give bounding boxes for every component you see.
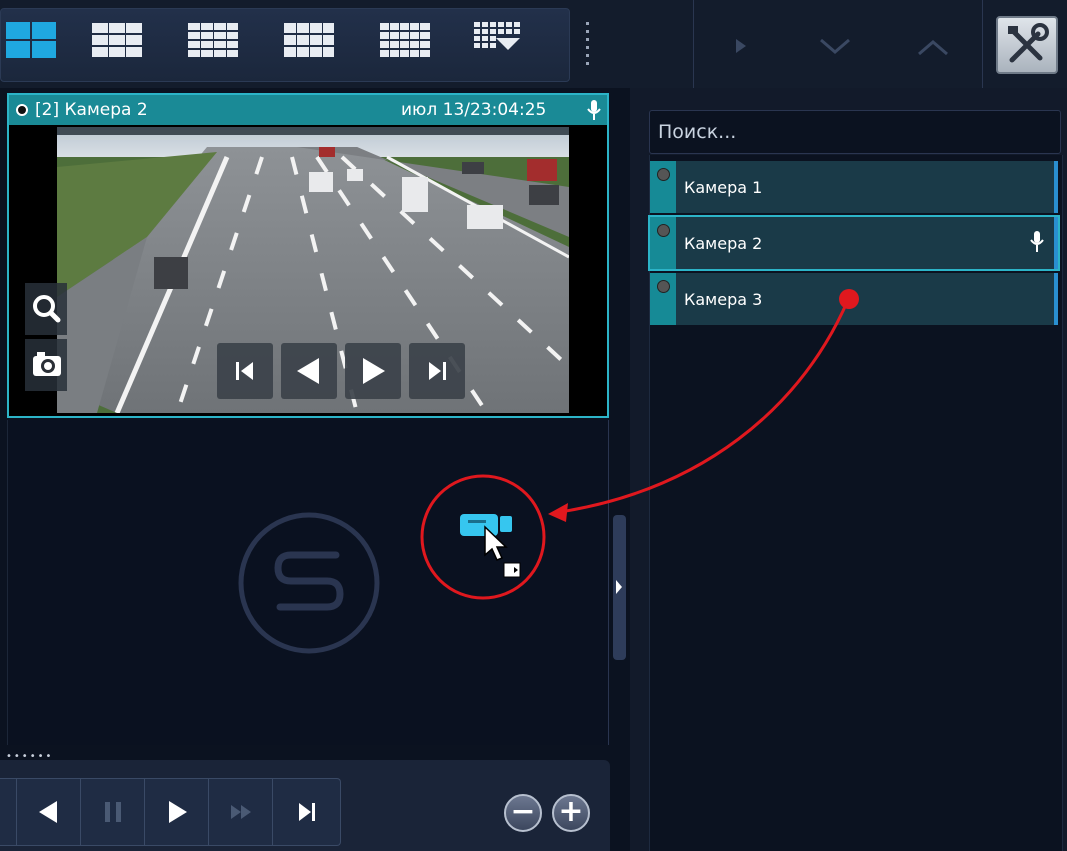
play-back-icon: [39, 801, 57, 823]
play-right-icon[interactable]: [722, 26, 762, 66]
camera-status-tab: [650, 161, 676, 213]
zoom-out-button[interactable]: −: [504, 794, 542, 832]
tools-icon: [1008, 23, 1049, 63]
pause-button[interactable]: [81, 779, 145, 845]
settings-button[interactable]: [996, 16, 1058, 74]
fast-forward-icon: [231, 805, 251, 819]
skip-start-button[interactable]: [217, 343, 273, 399]
play-back-icon: [297, 358, 319, 384]
status-led-icon: [657, 280, 670, 293]
grid-6-icon: [92, 23, 142, 57]
camera-list-item[interactable]: Камера 3: [650, 273, 1058, 325]
camera-list-item[interactable]: Камера 2: [648, 215, 1060, 271]
snapshot-button[interactable]: [25, 339, 67, 391]
status-led-icon: [657, 224, 670, 237]
grid-2-icon: [6, 22, 56, 58]
camera-timestamp: июл 13/23:04:25: [401, 100, 547, 120]
panel-splitter[interactable]: [613, 515, 626, 660]
camera-status-tab: [650, 217, 676, 269]
bar-edge: [0, 779, 17, 845]
grid-12b-icon: [284, 23, 334, 57]
top-toolbar: [0, 0, 1067, 88]
snapshot-icon: [33, 352, 61, 376]
play-forward-button[interactable]: [145, 779, 209, 845]
s-logo-icon: [238, 512, 380, 654]
layout-1x2-button[interactable]: [6, 20, 56, 60]
chevron-down-icon[interactable]: [815, 26, 855, 66]
record-indicator-icon: [16, 104, 28, 116]
collapse-arrow-icon: [616, 580, 622, 594]
play-forward-button[interactable]: [345, 343, 401, 399]
pause-icon: [105, 802, 121, 822]
microphone-icon: [587, 100, 601, 120]
skip-end-icon: [299, 803, 315, 821]
layout-3x4-button[interactable]: [188, 20, 238, 60]
zoom-button[interactable]: [25, 283, 67, 335]
empty-camera-slot[interactable]: [7, 420, 609, 745]
skip-start-icon: [236, 362, 253, 380]
camera-tile-header: [2] Камера 2 июл 13/23:04:25: [9, 95, 607, 125]
camera-tile-title: [2] Камера 2: [35, 100, 148, 120]
status-led-icon: [657, 168, 670, 181]
layout-4x4-button[interactable]: [380, 20, 430, 60]
skip-end-icon: [429, 362, 446, 380]
play-back-button[interactable]: [17, 779, 81, 845]
camera-status-tab: [650, 273, 676, 325]
more-vertical-icon[interactable]: [585, 22, 591, 66]
camera-list-item[interactable]: Камера 1: [650, 161, 1058, 213]
microphone-icon: [1030, 231, 1044, 252]
grid-12-icon: [188, 23, 238, 57]
zoom-in-button[interactable]: +: [552, 794, 590, 832]
layout-2x3-button[interactable]: [92, 20, 142, 60]
dropdown-grid-icon: [474, 22, 520, 50]
toolbar-divider: [693, 0, 694, 88]
skip-end-button[interactable]: [273, 779, 340, 845]
search-input[interactable]: Поиск...: [649, 110, 1061, 154]
skip-end-button[interactable]: [409, 343, 465, 399]
play-back-button[interactable]: [281, 343, 337, 399]
play-forward-icon: [169, 801, 187, 823]
playback-controls: [0, 778, 341, 846]
fast-forward-button[interactable]: [209, 779, 273, 845]
layout-more-button[interactable]: [474, 20, 524, 60]
camera-list-item-label: Камера 2: [684, 234, 763, 253]
playback-bar: − +: [0, 760, 610, 851]
camera-list-item-label: Камера 1: [684, 178, 763, 197]
toolbar-divider: [982, 0, 983, 88]
grid-16-icon: [380, 23, 430, 57]
zoom-icon: [33, 295, 61, 323]
camera-tile[interactable]: [2] Камера 2 июл 13/23:04:25: [7, 93, 609, 418]
play-forward-icon: [363, 358, 385, 384]
layout-3x4b-button[interactable]: [284, 20, 334, 60]
camera-list-item-label: Камера 3: [684, 290, 763, 309]
chevron-up-icon[interactable]: [913, 26, 953, 66]
